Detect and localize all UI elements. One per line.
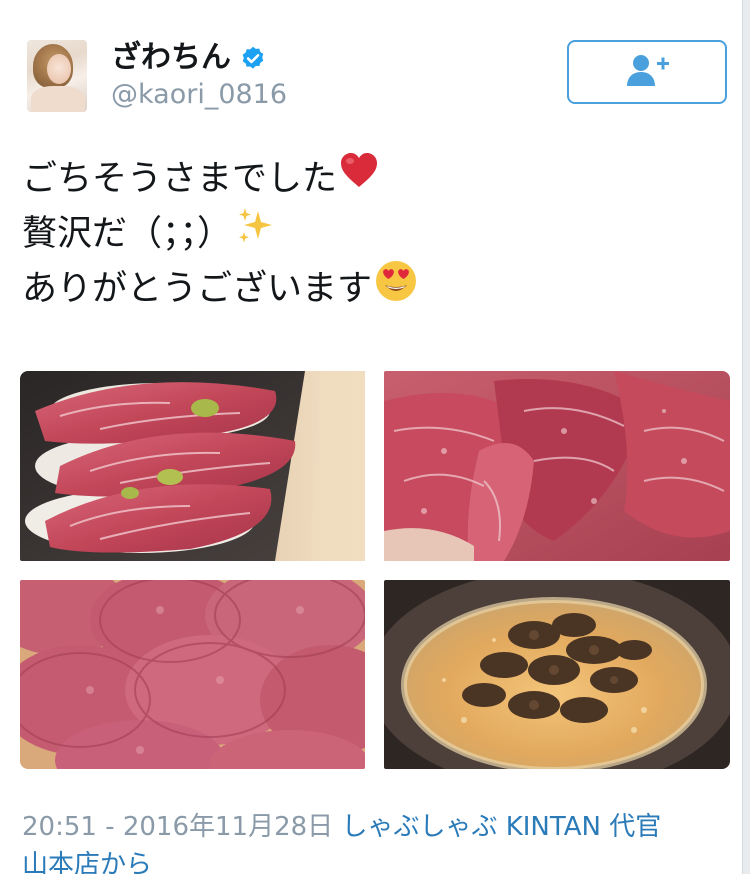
- avatar[interactable]: [27, 40, 87, 112]
- sparkles-icon: [234, 205, 276, 264]
- tweet-line: ごちそうさまでした: [22, 152, 722, 207]
- tweet-line: ありがとうございます: [22, 259, 722, 320]
- photo-beef-tongue[interactable]: [20, 580, 365, 769]
- tweet-header: ざわちん @kaori_0816: [27, 40, 727, 116]
- add-user-icon: [624, 53, 670, 91]
- tweet-line: 贅沢だ（；；）: [22, 207, 722, 262]
- scrollbar-track[interactable]: [742, 0, 750, 874]
- photo-sliced-beef[interactable]: [384, 371, 730, 561]
- photo-truffle-risotto[interactable]: [384, 580, 730, 769]
- display-name[interactable]: ざわちん: [111, 38, 231, 78]
- photo-wagyu-sushi[interactable]: [20, 371, 365, 561]
- tweet-page: ざわちん @kaori_0816 ごちそうさまでした 贅沢だ（；；） ありがとう…: [0, 0, 750, 874]
- user-handle[interactable]: @kaori_0816: [111, 78, 287, 112]
- tweet-meta: 20:51 - 2016年11月28日 しゃぶしゃぶ KINTAN 代官 山本店…: [22, 808, 732, 874]
- source-link[interactable]: しゃぶしゃぶ KINTAN 代官: [341, 812, 661, 842]
- follow-button[interactable]: [567, 40, 727, 104]
- photo-grid: [20, 371, 730, 769]
- timestamp[interactable]: 20:51 - 2016年11月28日: [22, 812, 333, 842]
- source-link-cont[interactable]: 山本店から: [22, 850, 152, 874]
- heart-eyes-face-icon: [374, 259, 418, 320]
- red-heart-icon: [339, 151, 379, 208]
- tweet-text: ごちそうさまでした 贅沢だ（；；） ありがとうございます: [22, 152, 722, 317]
- verified-badge-icon: [239, 44, 267, 72]
- display-name-row[interactable]: ざわちん: [111, 38, 267, 78]
